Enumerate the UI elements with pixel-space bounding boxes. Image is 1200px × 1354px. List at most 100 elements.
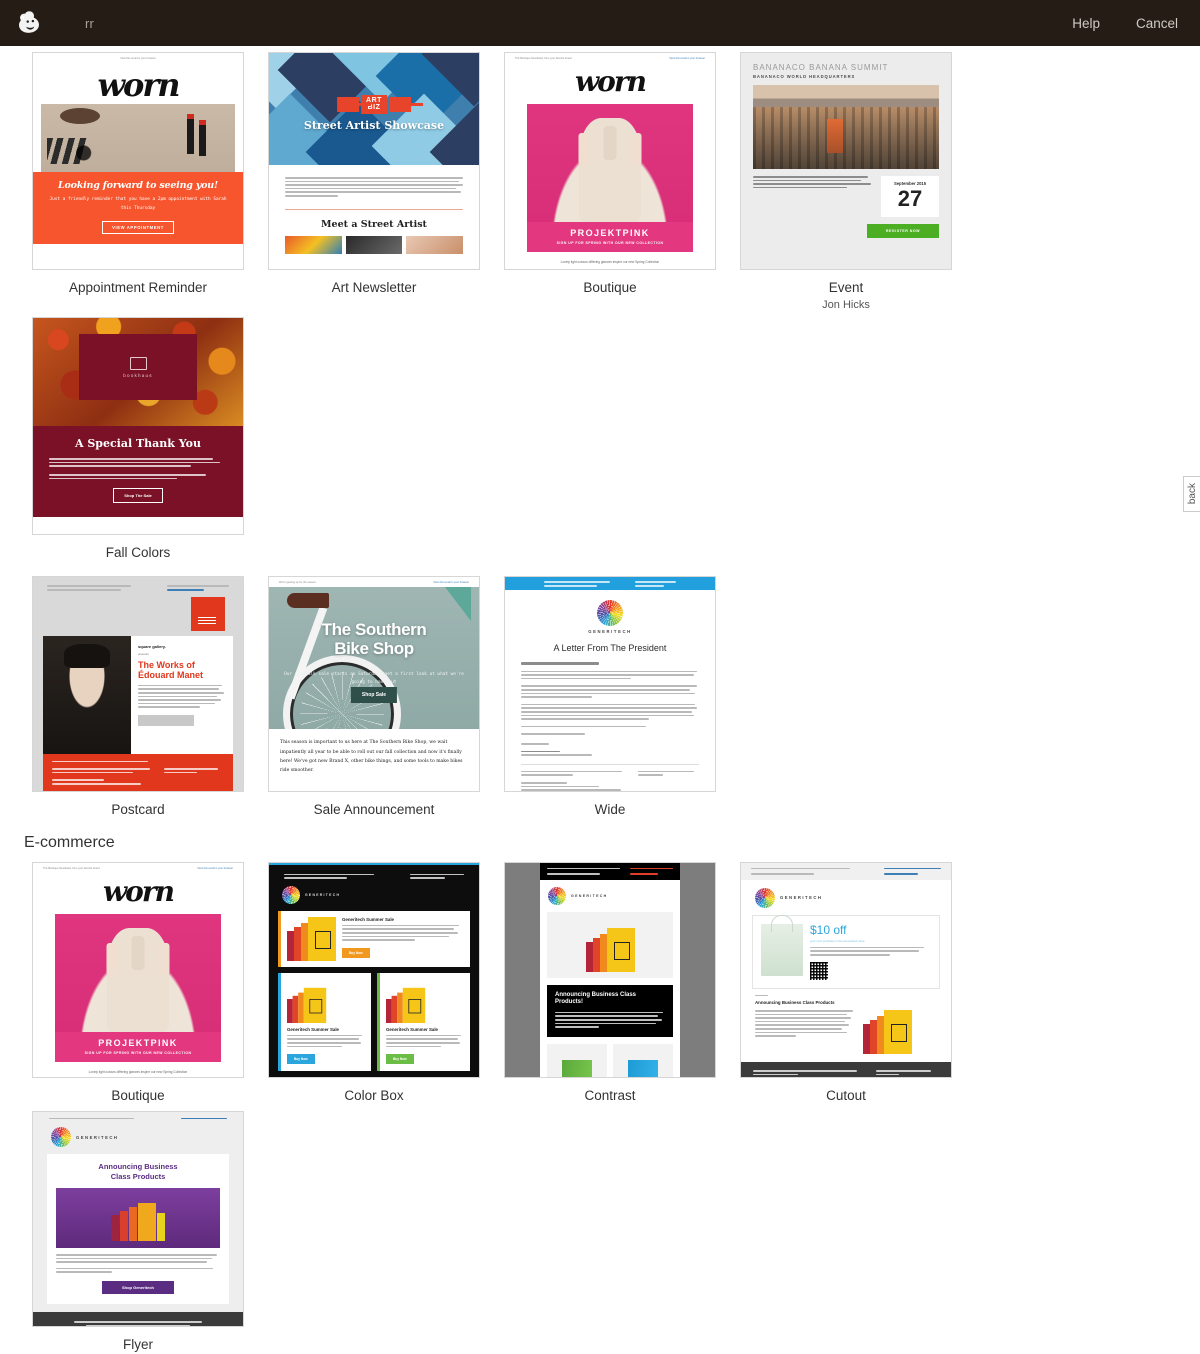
template-name: Sale Announcement [313,802,435,818]
template-card-appointment-reminder[interactable]: View this email in your browser worn Loo… [20,46,256,311]
cta-headline: Looking forward to seeing you! [58,180,218,192]
bookhaus-logo-text: bookhaus [123,372,153,378]
generitech-brand-name: GENERITECH [76,1134,119,1140]
shop-sale-button: Shop Sale [350,687,398,704]
template-card-fall-colors[interactable]: bookhaus A Special Thank You Shop The Sa… [20,311,256,562]
product-title: Generitech Summer Sale [287,1026,339,1032]
flyer-footer [33,1311,243,1326]
template-card-event[interactable]: BANANACO BANANA SUMMIT BANANACO WORLD HE… [728,46,964,311]
template-thumbnail-sale-announcement[interactable]: We're gearing up for the season View thi… [268,576,480,793]
template-card-art-newsletter[interactable]: ART BIZ Street Artist Showcase Meet a St… [256,46,492,311]
template-thumbnail-cutout[interactable]: GENERITECH $10 off your next purchase in… [740,861,952,1078]
generitech-brand-name: GENERITECH [571,893,608,898]
mailchimp-home-link[interactable] [0,8,62,38]
meet-artist-button [138,714,194,726]
template-name: Wide [594,802,626,818]
wide-headline: A Letter From The President [553,643,667,654]
art-section-title: Meet a Street Artist [321,218,427,230]
template-grid-row-1: View this email in your browser worn Loo… [20,46,1180,562]
template-browser: View this email in your browser worn Loo… [0,46,1200,1354]
event-day: 27 [897,186,923,211]
product-card-primary: Generitech Summer Sale Buy Now [278,910,470,967]
boutique-hero: PROJEKTPINK SIGN UP FOR SPRING WITH OUR … [55,913,221,1062]
generitech-starburst-logo-icon [548,886,566,905]
product-pair: Syncro Bankin [540,1037,680,1077]
event-subtitle: BANANACO WORLD HEADQUARTERS [753,74,856,79]
template-card-sale-announcement[interactable]: We're gearing up for the season View thi… [256,570,492,819]
template-card-contrast[interactable]: GENERITECH Announcing Business Class Pro… [492,856,728,1105]
product-tile-left: Syncro [547,1043,607,1077]
template-thumbnail-postcard[interactable]: square gallery. presents The Works of Éd… [32,576,244,793]
preheader-row: The Boutique Newsletter from your favori… [505,53,715,63]
template-thumbnail-flyer[interactable]: GENERITECH Announcing Business Class Pro… [32,1110,244,1327]
template-name: Boutique [111,1087,165,1103]
shopping-bag-image [761,923,803,976]
contrast-body: GENERITECH Announcing Business Class Pro… [505,862,715,1077]
fall-headline: A Special Thank You [74,437,201,451]
template-thumbnail-wide[interactable]: GENERITECH A Letter From The President [504,576,716,793]
template-thumbnail-contrast[interactable]: GENERITECH Announcing Business Class Pro… [504,861,716,1078]
preheader-row: We're gearing up for the season View thi… [269,577,479,587]
bike-shop-body: This season is important to us here at T… [280,740,463,773]
top-bar-actions: Help Cancel [1036,16,1200,31]
preheader-left: We're gearing up for the season [279,581,316,585]
template-card-boutique[interactable]: The Boutique Newsletter from your favori… [492,46,728,311]
announcement-headline: Announcing Business Class Products! [555,991,637,1006]
grid-spacer [728,570,964,819]
artist-thumbnails [269,230,479,254]
wide-body: GENERITECH A Letter From The President [505,590,715,791]
preheader-left: The Boutique Newsletter from your favori… [515,57,572,60]
product-boxes-image [287,916,336,961]
template-card-cutout[interactable]: GENERITECH $10 off your next purchase in… [728,856,964,1105]
shop-the-sale-button: Shop The Sale [113,488,163,504]
generitech-starburst-logo-icon [597,600,623,627]
postcard-copy: square gallery. presents The Works of Éd… [131,636,233,754]
template-thumbnail-boutique[interactable]: The Boutique Newsletter from your favori… [504,52,716,270]
offer-subtitle: your next purchase in the Generitech sto… [810,938,865,943]
template-thumbnail-event[interactable]: BANANACO BANANA SUMMIT BANANACO WORLD HE… [740,52,952,270]
boutique-footer: Lovely light colours differing glances i… [560,260,660,264]
back-tab[interactable]: back [1183,476,1200,512]
postcard-main: square gallery. presents The Works of Éd… [43,635,233,754]
product-title: Generitech Summer Sale [342,916,394,922]
flyer-headline: Announcing Business Class Products [98,1162,178,1182]
event-details-row: September 2015 27 [753,176,939,217]
template-thumbnail-color-box[interactable]: GENERITECH Generitech Summer Sale Buy No… [268,861,480,1078]
template-author: Jon Hicks [822,299,870,312]
fall-body: A Special Thank You Shop The Sale [33,426,243,518]
art-biz-logo: ART BIZ [337,95,423,114]
bike-shop-title: The Southern Bike Shop [321,620,427,658]
template-thumbnail-fall-colors[interactable]: bookhaus A Special Thank You Shop The Sa… [32,317,244,536]
top-bar: rr Help Cancel [0,0,1200,46]
art-hero-title: Street Artist Showcase [303,119,445,132]
wide-top-bar [505,577,715,591]
product-card-secondary: Generitech Summer Sale Buy Now [278,972,371,1072]
view-appointment-button: VIEW APPOINTMENT [102,220,174,234]
freddie-mailchimp-logo-icon [16,8,46,38]
template-card-postcard[interactable]: square gallery. presents The Works of Éd… [20,570,256,819]
template-thumbnail-appointment-reminder[interactable]: View this email in your browser worn Loo… [32,52,244,270]
product-title: Generitech Summer Sale [386,1026,438,1032]
template-name: Color Box [344,1087,404,1103]
help-link[interactable]: Help [1072,16,1100,31]
template-card-wide[interactable]: GENERITECH A Letter From The President W… [492,570,728,819]
template-name: Art Newsletter [331,280,417,295]
template-card-color-box[interactable]: GENERITECH Generitech Summer Sale Buy No… [256,856,492,1105]
template-name: Event [828,280,864,295]
cancel-link[interactable]: Cancel [1136,16,1178,31]
template-thumbnail-art-newsletter[interactable]: ART BIZ Street Artist Showcase Meet a St… [268,52,480,270]
bookhaus-logo: bookhaus [79,334,197,401]
postcard-footer [43,753,233,792]
product-hero-image [547,911,673,978]
cta-body: Just a friendly reminder that you have a… [49,197,227,211]
preheader-row [43,585,233,591]
presents-label: presents [138,651,149,656]
template-card-flyer[interactable]: GENERITECH Announcing Business Class Pro… [20,1105,256,1354]
template-card-boutique-ecommerce[interactable]: The Boutique Newsletter from your favori… [20,856,256,1105]
preheader-left: The Boutique Newsletter from your favori… [43,866,100,870]
preheader-right-link: View this email in your browser [669,57,705,60]
boutique-footer: Lovely light colours differing glances i… [88,1069,188,1074]
art-body-text [269,165,479,197]
template-thumbnail-boutique-ecommerce[interactable]: The Boutique Newsletter from your favori… [32,861,244,1078]
postcard-headline: The Works of Édouard Manet [138,659,204,680]
